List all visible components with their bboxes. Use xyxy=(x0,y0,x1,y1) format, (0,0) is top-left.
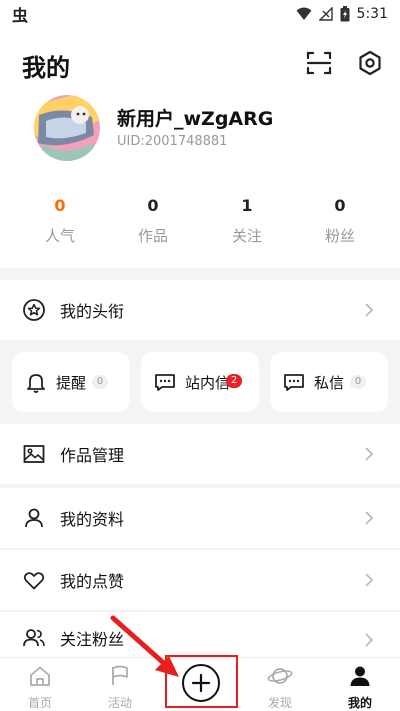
username: 新用户_wZgARG xyxy=(117,108,274,130)
user-id: UID:2001748881 xyxy=(117,134,228,149)
tab-label: 活动 xyxy=(107,696,132,710)
chat-icon xyxy=(284,374,304,391)
menu-item-label: 关注粉丝 xyxy=(60,630,125,649)
count-badge: 0 xyxy=(350,375,367,389)
chat-icon xyxy=(155,374,175,391)
stat-works[interactable]: 0 作品 xyxy=(113,196,193,246)
menu-item-label: 作品管理 xyxy=(60,446,125,465)
clock: 5:31 xyxy=(356,6,388,22)
user-icon xyxy=(25,508,43,528)
tab-mine[interactable]: 我的 xyxy=(330,662,390,711)
message-card-label: 私信 xyxy=(314,373,345,392)
chevron-right-icon xyxy=(365,447,374,461)
status-icons: 5:31 xyxy=(296,6,388,22)
stat-following[interactable]: 1 关注 xyxy=(207,196,287,246)
stat-value: 0 xyxy=(147,196,159,215)
menu-item-follows-fans[interactable]: 关注粉丝 xyxy=(0,612,400,657)
battery-icon xyxy=(340,6,350,22)
stats-row: 0 人气 0 作品 1 关注 0 粉丝 xyxy=(0,196,400,250)
person-icon xyxy=(350,666,370,686)
tab-label: 发现 xyxy=(267,696,292,710)
stat-label: 关注 xyxy=(231,227,262,245)
chevron-right-icon xyxy=(365,573,374,587)
settings-icon[interactable] xyxy=(356,49,384,77)
chevron-right-icon xyxy=(365,303,374,317)
stat-label: 人气 xyxy=(44,227,75,245)
signal-icon xyxy=(318,7,333,21)
page-header: 我的 xyxy=(0,40,400,86)
message-card-inbox[interactable]: 站内信 2 xyxy=(141,352,259,412)
tab-label: 首页 xyxy=(27,696,52,710)
unread-badge: 2 xyxy=(226,374,242,388)
menu-item-my-likes[interactable]: 我的点赞 xyxy=(0,550,400,610)
message-card-reminders[interactable]: 提醒 0 xyxy=(12,352,130,412)
profile-card[interactable]: 新用户_wZgARG UID:2001748881 xyxy=(0,92,400,164)
plus-icon xyxy=(191,673,211,693)
stat-value: 0 xyxy=(334,196,346,215)
planet-icon xyxy=(267,668,293,684)
tab-label: 我的 xyxy=(347,696,372,710)
menu-item-title[interactable]: 我的头衔 xyxy=(0,280,400,340)
menu-item-my-profile[interactable]: 我的资料 xyxy=(0,488,400,548)
message-card-private[interactable]: 私信 0 xyxy=(270,352,388,412)
chevron-right-icon xyxy=(365,511,374,525)
home-icon xyxy=(30,666,50,686)
status-bar: 虫 5:31 xyxy=(0,0,400,28)
stat-label: 作品 xyxy=(137,227,168,245)
bell-icon xyxy=(27,374,45,393)
scan-icon[interactable] xyxy=(305,49,333,77)
chevron-right-icon xyxy=(365,633,374,647)
tab-home[interactable]: 首页 xyxy=(10,662,70,711)
notification-app-icon: 虫 xyxy=(12,6,29,25)
count-badge: 0 xyxy=(92,375,109,389)
message-row: 提醒 0 站内信 2 私信 0 xyxy=(0,342,400,420)
tab-discover[interactable]: 发现 xyxy=(250,662,310,711)
avatar[interactable] xyxy=(34,95,100,161)
stat-label: 粉丝 xyxy=(324,227,355,245)
image-icon xyxy=(23,445,45,463)
wifi-icon xyxy=(296,7,312,20)
publish-button[interactable] xyxy=(182,664,220,702)
stat-popularity[interactable]: 0 人气 xyxy=(20,196,100,246)
menu-item-label: 我的资料 xyxy=(60,510,125,529)
tab-activity[interactable]: 活动 xyxy=(90,662,150,711)
flag-icon xyxy=(112,665,128,685)
page-title: 我的 xyxy=(22,54,70,82)
message-card-label: 站内信 xyxy=(185,373,231,392)
message-card-label: 提醒 xyxy=(56,373,87,392)
heart-icon xyxy=(23,572,45,590)
stat-value: 0 xyxy=(54,196,66,215)
menu-item-label: 我的点赞 xyxy=(60,572,125,591)
users-icon xyxy=(23,629,45,647)
menu-item-works-management[interactable]: 作品管理 xyxy=(0,424,400,484)
stat-value: 1 xyxy=(241,196,253,215)
menu-item-label: 我的头衔 xyxy=(60,302,125,321)
stat-followers[interactable]: 0 粉丝 xyxy=(300,196,380,246)
badge-star-icon xyxy=(23,299,45,321)
